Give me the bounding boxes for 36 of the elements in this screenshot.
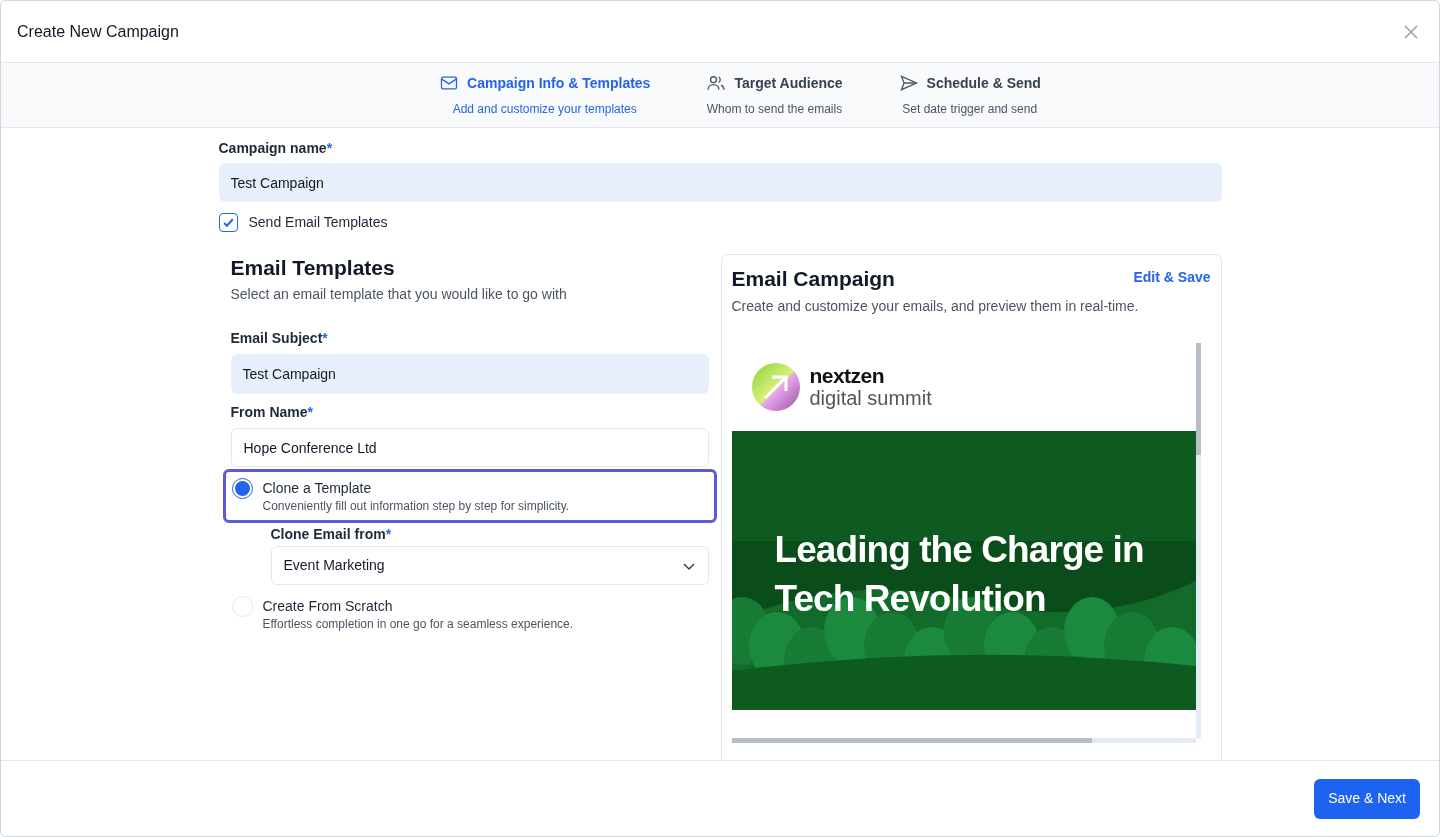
radio-option[interactable]: Clone a Template Conveniently fill out information step by step for simplicity. (222, 469, 717, 523)
headline: Leading the Charge in Tech Revolution (774, 528, 1145, 621)
scrollbar-thumb[interactable] (731, 738, 1092, 743)
preview-title: Email Campaign (731, 267, 895, 291)
scrollbar-thumb[interactable] (1195, 343, 1201, 455)
input-field[interactable]: Test Campaign (218, 163, 1222, 202)
step-tab[interactable]: Schedule & Send Set date trigger and send (898, 72, 1041, 118)
brand-tagline: digital summit (809, 387, 932, 409)
section-subtitle: Select an email template that you would like to go with (230, 285, 568, 304)
dropdown[interactable]: Event Marketing (270, 546, 709, 585)
window-title: Create New Campaign (17, 21, 179, 42)
input-field[interactable]: Hope Conference Ltd (230, 428, 709, 467)
field-label: Campaign name* (218, 139, 334, 158)
paper-plane-icon (898, 73, 919, 93)
edit-save-link[interactable]: Edit & Save (1133, 267, 1211, 288)
close-icon (1403, 23, 1419, 40)
radio-option[interactable]: Create From Scratch Effortless completion in one go for a seamless experience. (222, 587, 717, 641)
step-tab[interactable]: Campaign Info & Templates Add and customize your templates (439, 72, 651, 118)
input-field[interactable]: Test Campaign (230, 354, 709, 394)
preview-subtitle: Create and customize your emails, and preview them in real-time. (731, 297, 1140, 316)
field-label: From Name* (230, 403, 314, 422)
option-title: Clone a Template (262, 479, 373, 498)
brand-name: nextzen (809, 365, 885, 387)
option-title: Create From Scratch (262, 597, 394, 616)
logo-icon (751, 363, 800, 411)
people-icon (706, 73, 727, 93)
field-label: Clone Email from* (270, 525, 393, 544)
option-description: Effortless completion in one go for a seamless experience. (262, 616, 574, 632)
step-tab[interactable]: Target Audience Whom to send the emails (706, 72, 843, 118)
section-title: Email Templates (230, 255, 396, 281)
field-label: Email Subject* (230, 329, 329, 348)
checkbox-label: Send Email Templates (248, 213, 388, 232)
check-icon (221, 216, 235, 229)
save-next-button[interactable]: Save & Next (1314, 778, 1420, 819)
option-description: Conveniently fill out information step by step for simplicity. (262, 498, 570, 514)
checkbox[interactable] (218, 213, 238, 232)
